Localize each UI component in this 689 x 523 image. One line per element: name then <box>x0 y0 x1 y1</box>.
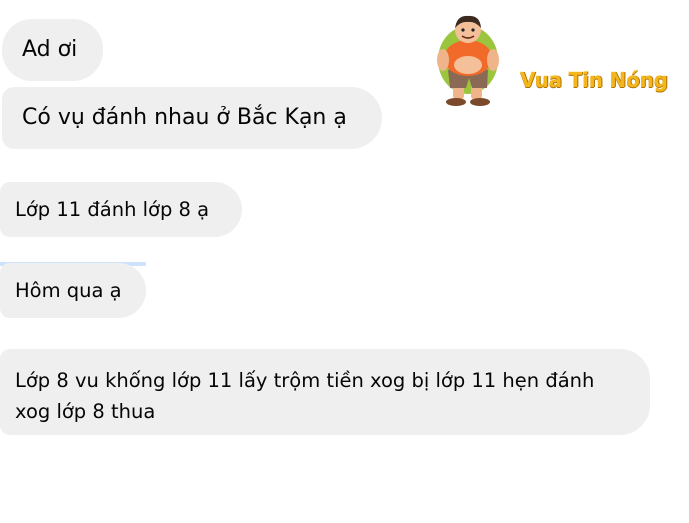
message-bubble-2[interactable]: Có vụ đánh nhau ở Bắc Kạn ạ <box>2 87 382 149</box>
message-text: Lớp 8 vu khống lớp 11 lấy trộm tiền xog … <box>15 369 595 423</box>
mascot-icon <box>437 15 499 106</box>
message-bubble-1[interactable]: Ad ơi <box>2 19 103 81</box>
message-text: Lớp 11 đánh lớp 8 ạ <box>15 197 210 221</box>
watermark-text: Vua Tin Nóng <box>520 68 668 92</box>
message-bubble-4[interactable]: Hôm qua ạ <box>0 263 146 318</box>
message-text: Ad ơi <box>22 37 78 62</box>
message-text: Hôm qua ạ <box>15 278 122 302</box>
watermark-logo: Vua Tin Nóng <box>430 8 678 112</box>
message-bubble-3[interactable]: Lớp 11 đánh lớp 8 ạ <box>0 182 242 237</box>
message-bubble-5[interactable]: Lớp 8 vu khống lớp 11 lấy trộm tiền xog … <box>0 349 650 435</box>
message-text: Có vụ đánh nhau ở Bắc Kạn ạ <box>22 105 347 130</box>
